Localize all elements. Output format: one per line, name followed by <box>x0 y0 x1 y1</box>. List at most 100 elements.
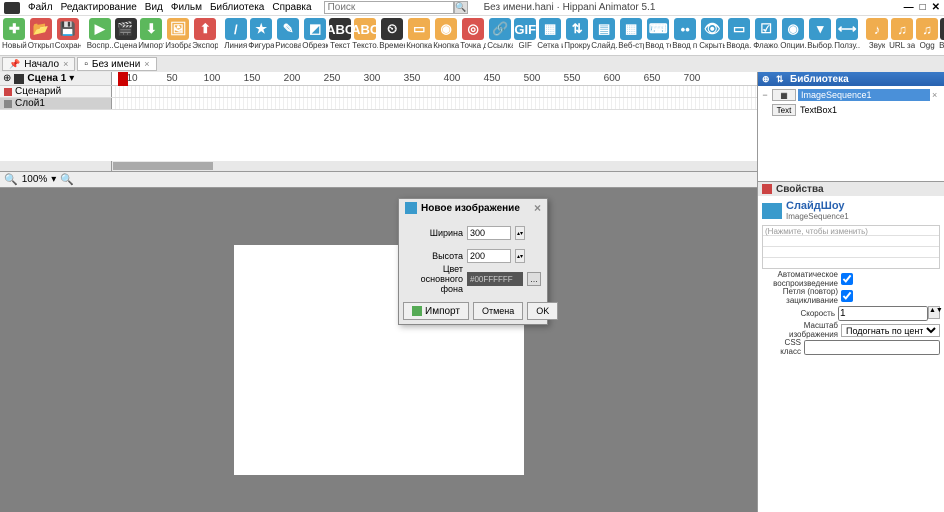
toolbar-link[interactable]: 🔗Ссылка <box>487 18 513 50</box>
toolbar-export[interactable]: ⬆Экспорт <box>192 18 218 50</box>
zoom-in-button[interactable]: 🔍 <box>60 173 74 186</box>
search-button[interactable]: 🔍 <box>454 1 468 14</box>
ogg-icon: ♫ <box>916 18 938 40</box>
scene-icon: 🎬 <box>115 18 137 40</box>
toolbar-button[interactable]: ▭Кнопка <box>406 18 432 50</box>
bgcolor-field[interactable]: #00FFFFFF <box>467 272 523 286</box>
input-icon: ⌨ <box>647 18 669 40</box>
toolbar-play[interactable]: ▶Воспр.. <box>87 18 113 50</box>
toolbar-select[interactable]: ▾Выбор.. <box>807 18 833 50</box>
library-item[interactable]: −▦ × <box>760 88 942 102</box>
toolbar-gif[interactable]: GIFGIF <box>514 18 536 50</box>
menu-library[interactable]: Библиотека <box>210 2 264 13</box>
toolbar-textbox[interactable]: ABCТексто.. <box>352 18 378 50</box>
item-type-icon: ▦ <box>772 89 796 101</box>
timeline-track[interactable] <box>112 86 757 97</box>
dialog-close-button[interactable]: × <box>534 201 541 215</box>
timeline-ruler[interactable]: 1050100150200250300350400450500550600650… <box>112 72 757 85</box>
width-input[interactable] <box>467 226 511 240</box>
toolbar-sound[interactable]: ♪Звук <box>866 18 888 50</box>
sort-icon[interactable]: ⇅ <box>776 74 786 84</box>
toolbar-crop[interactable]: ◩Обрезк.. <box>302 18 328 50</box>
toolbar-grid[interactable]: ▦Сетка и.. <box>537 18 563 50</box>
height-spinner[interactable]: ▴▾ <box>515 249 525 263</box>
zoom-value[interactable]: 100% <box>22 174 48 185</box>
menu-help[interactable]: Справка <box>272 2 311 13</box>
toolbar-inputp[interactable]: ••Ввод п.. <box>672 18 698 50</box>
script-icon <box>4 88 12 96</box>
library-item[interactable]: TextTextBox1 <box>760 103 942 117</box>
menu-movie[interactable]: Фильм <box>171 2 202 13</box>
timeline-track[interactable] <box>112 98 757 109</box>
autoplay-checkbox[interactable] <box>841 273 853 285</box>
collapse-icon[interactable]: − <box>760 90 770 100</box>
cancel-button[interactable]: Отмена <box>473 302 523 320</box>
toolbar-video[interactable]: ▶Видео <box>939 18 944 50</box>
toolbar-scroll[interactable]: ⇅Прокру.. <box>564 18 590 50</box>
speed-input[interactable] <box>838 306 928 321</box>
toolbar-option[interactable]: ◉Опции.. <box>780 18 806 50</box>
menu-file[interactable]: Файл <box>28 2 53 13</box>
frames-grid[interactable]: (Нажмите, чтобы изменить) <box>762 225 940 269</box>
zoom-out-button[interactable]: 🔍 <box>4 173 18 186</box>
toolbar-open[interactable]: 📂Открыть <box>28 18 54 50</box>
maximize-button[interactable]: □ <box>920 2 926 13</box>
toolbar-ogg[interactable]: ♫Ogg <box>916 18 938 50</box>
import-icon: ⬇ <box>140 18 162 40</box>
toolbar-slider[interactable]: ⟷Ползу.. <box>834 18 860 50</box>
toolbar-slide[interactable]: ▤Слайд.. <box>591 18 617 50</box>
object-title: СлайдШоу <box>786 200 849 212</box>
search-input[interactable] <box>324 1 454 14</box>
toolbar-new[interactable]: ✚Новый <box>2 18 27 50</box>
minimize-button[interactable]: — <box>904 2 914 13</box>
width-spinner[interactable]: ▴▾ <box>515 226 525 240</box>
loop-checkbox[interactable] <box>841 290 853 302</box>
toolbar-button2[interactable]: ◉Кнопка <box>433 18 459 50</box>
import-button[interactable]: Импорт <box>403 302 469 320</box>
timeline-scrollbar[interactable] <box>113 162 213 170</box>
timeline-row-layer1[interactable]: Слой1 <box>0 98 112 109</box>
height-input[interactable] <box>467 249 511 263</box>
tab-close-icon[interactable]: × <box>63 59 68 69</box>
tab-close-icon[interactable]: × <box>144 59 149 69</box>
button2-icon: ◉ <box>435 18 457 40</box>
toolbar-image[interactable]: 🖼Изобра.. <box>165 18 191 50</box>
color-picker-button[interactable]: … <box>527 272 541 286</box>
toolbar-input2[interactable]: ▭Ввода.. <box>726 18 752 50</box>
zoom-dropdown-icon[interactable]: ▾ <box>51 174 56 185</box>
close-button[interactable]: ✕ <box>932 2 940 13</box>
toolbar-hotspot[interactable]: ◎Точка д.. <box>460 18 486 50</box>
toolbar-flag[interactable]: ☑Флажо.. <box>753 18 779 50</box>
ok-button[interactable]: OK <box>527 302 558 320</box>
toolbar-url[interactable]: ♫URL за.. <box>889 18 915 50</box>
toolbar-save[interactable]: 💾Сохран.. <box>55 18 81 50</box>
scale-select[interactable]: Подогнать по центру <box>841 324 940 337</box>
toolbar-scene[interactable]: 🎬Сцена <box>114 18 138 50</box>
menu-edit[interactable]: Редактирование <box>61 2 137 13</box>
tab-untitled[interactable]: ▫Без имени× <box>77 57 156 71</box>
hotspot-icon: ◎ <box>462 18 484 40</box>
scene-selector[interactable]: ⊕Сцена 1▾ <box>0 72 112 85</box>
slider-icon: ⟷ <box>836 18 858 40</box>
canvas[interactable] <box>0 188 757 512</box>
menu-view[interactable]: Вид <box>145 2 163 13</box>
library-item-name-input[interactable] <box>798 89 930 101</box>
css-class-input[interactable] <box>804 340 940 355</box>
toolbar-text[interactable]: ABCТекст <box>329 18 351 50</box>
plus-icon[interactable]: ⊕ <box>3 73 11 84</box>
tab-start[interactable]: 📌Начало× <box>2 57 75 71</box>
toolbar-draw[interactable]: ✎Рисова.. <box>275 18 301 50</box>
new-image-dialog: Новое изображение× Ширина▴▾ Высота▴▾ Цве… <box>398 198 548 325</box>
toolbar-input[interactable]: ⌨Ввод те.. <box>645 18 671 50</box>
timeline-row-script[interactable]: Сценарий <box>0 86 112 97</box>
delete-icon[interactable]: × <box>932 90 942 100</box>
toolbar-timer[interactable]: ⏲Времен.. <box>379 18 405 50</box>
toolbar-import[interactable]: ⬇Импорт <box>138 18 164 50</box>
toolbar-hidden[interactable]: 👁Скрыты.. <box>699 18 725 50</box>
add-icon[interactable]: ⊕ <box>762 74 772 84</box>
toolbar-shape[interactable]: ★Фигура <box>248 18 274 50</box>
export-icon: ⬆ <box>194 18 216 40</box>
toolbar-webstr[interactable]: ▦Веб-стр.. <box>618 18 644 50</box>
toolbar-line[interactable]: /Линия <box>224 18 247 50</box>
spinner-buttons[interactable]: ▲▼ <box>928 306 940 319</box>
